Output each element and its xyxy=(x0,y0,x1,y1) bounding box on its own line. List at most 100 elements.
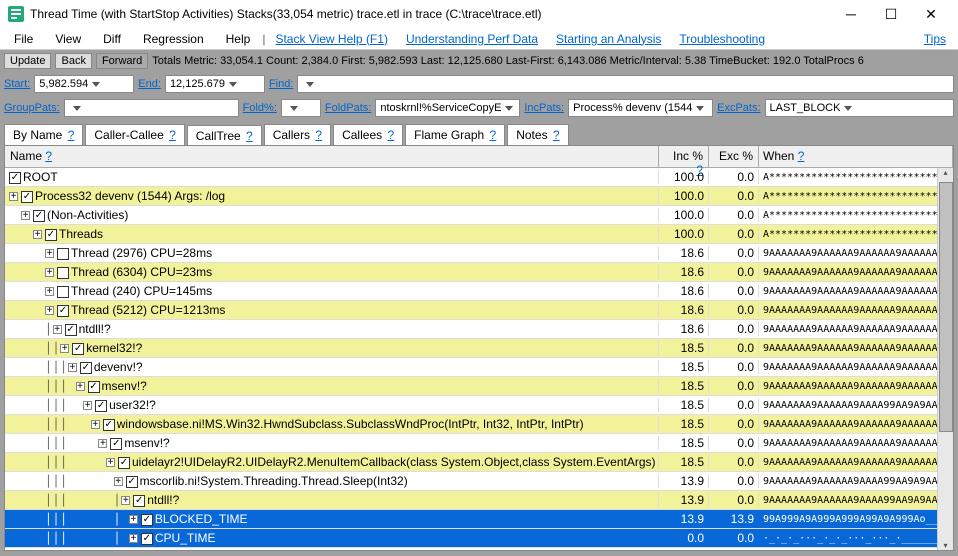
tree-row[interactable]: +Process32 devenv (1544) Args: /log100.0… xyxy=(5,187,953,206)
maximize-button[interactable]: ☐ xyxy=(872,3,910,25)
tree-row[interactable]: ROOT100.00.0A***************************… xyxy=(5,168,953,187)
checkbox-icon[interactable] xyxy=(103,419,115,431)
tab-callers[interactable]: Callers ? xyxy=(264,124,331,145)
checkbox-icon[interactable] xyxy=(33,210,45,222)
expand-icon[interactable]: + xyxy=(91,420,100,429)
expand-icon[interactable]: + xyxy=(129,515,138,524)
checkbox-icon[interactable] xyxy=(126,476,138,488)
tree-row[interactable]: │││ +msenv!?18.50.09AAAAAAA9AAAAAA9AAAAA… xyxy=(5,377,953,396)
scroll-thumb[interactable] xyxy=(939,182,953,432)
expand-icon[interactable]: + xyxy=(21,211,30,220)
foldpct-combo[interactable] xyxy=(281,99,321,117)
vertical-scrollbar[interactable] xyxy=(937,168,953,550)
expand-icon[interactable]: + xyxy=(45,306,54,315)
checkbox-icon[interactable] xyxy=(57,305,69,317)
link-troubleshooting[interactable]: Troubleshooting xyxy=(671,30,773,48)
tree-row[interactable]: │││+devenv!?18.50.09AAAAAAA9AAAAAA9AAAAA… xyxy=(5,358,953,377)
start-label[interactable]: Start: xyxy=(4,78,30,90)
expand-icon[interactable]: + xyxy=(53,325,62,334)
close-button[interactable]: ✕ xyxy=(912,3,950,25)
checkbox-icon[interactable] xyxy=(65,324,77,336)
forward-button[interactable]: Forward xyxy=(96,53,148,69)
end-label[interactable]: End: xyxy=(138,78,161,90)
checkbox-icon[interactable] xyxy=(80,362,92,374)
col-exc-pct[interactable]: Exc % xyxy=(709,146,759,167)
checkbox-icon[interactable] xyxy=(133,495,145,507)
link-stackview-help[interactable]: Stack View Help (F1) xyxy=(267,30,395,48)
expand-icon[interactable]: + xyxy=(9,192,18,201)
expand-icon[interactable]: + xyxy=(45,249,54,258)
link-starting-analysis[interactable]: Starting an Analysis xyxy=(548,30,669,48)
expand-icon[interactable]: + xyxy=(68,363,77,372)
start-combo[interactable]: 5,982.594 xyxy=(34,75,134,93)
checkbox-icon[interactable] xyxy=(110,438,122,450)
expand-icon[interactable]: + xyxy=(98,439,107,448)
end-combo[interactable]: 12,125.679 xyxy=(165,75,265,93)
expand-icon[interactable]: + xyxy=(106,458,115,467)
tab-notes[interactable]: Notes ? xyxy=(507,124,568,145)
foldpats-combo[interactable]: ntoskrnl!%ServiceCopyE xyxy=(375,99,520,117)
tree-row[interactable]: │││ │+ntdll!?13.90.09AAAAAAA9AAAAAA9AAAA… xyxy=(5,491,953,510)
menu-diff[interactable]: Diff xyxy=(93,30,131,48)
excpats-label[interactable]: ExcPats: xyxy=(717,102,760,114)
foldpct-label[interactable]: Fold%: xyxy=(243,102,277,114)
checkbox-icon[interactable] xyxy=(9,172,21,184)
tab-by-name[interactable]: By Name ? xyxy=(4,124,83,145)
tree-row[interactable]: │+ntdll!?18.60.09AAAAAAA9AAAAAA9AAAAAA9A… xyxy=(5,320,953,339)
menu-help[interactable]: Help xyxy=(216,30,261,48)
link-understanding-perf[interactable]: Understanding Perf Data xyxy=(398,30,546,48)
tree-row[interactable]: │││ +windowsbase.ni!MS.Win32.HwndSubclas… xyxy=(5,415,953,434)
grouppats-combo[interactable] xyxy=(64,99,239,117)
foldpats-label[interactable]: FoldPats: xyxy=(325,102,371,114)
tree-row[interactable]: │││ +msenv!?18.50.09AAAAAAA9AAAAAA9AAAAA… xyxy=(5,434,953,453)
excpats-combo[interactable]: LAST_BLOCK xyxy=(765,99,954,117)
checkbox-icon[interactable] xyxy=(118,457,130,469)
checkbox-icon[interactable] xyxy=(45,229,57,241)
expand-icon[interactable]: + xyxy=(45,268,54,277)
tree-row[interactable]: +(Non-Activities)100.00.0A**************… xyxy=(5,206,953,225)
minimize-button[interactable]: ─ xyxy=(832,3,870,25)
checkbox-icon[interactable] xyxy=(21,191,33,203)
tree-row[interactable]: │││ │ +CPU_TIME0.00.0·_·_·_···_·_·_···_·… xyxy=(5,529,953,548)
tree-row[interactable]: │││ │ +BLOCKED_TIME13.913.999A999A9A999A… xyxy=(5,510,953,529)
tree-row[interactable]: │││ +uidelayr2!UIDelayR2.UIDelayR2.MenuI… xyxy=(5,453,953,472)
tree-row[interactable]: +Thread (240) CPU=145ms18.60.09AAAAAAA9A… xyxy=(5,282,953,301)
tab-callees[interactable]: Callees ? xyxy=(333,124,403,145)
col-when[interactable]: When ? xyxy=(759,146,953,167)
expand-icon[interactable]: + xyxy=(60,344,69,353)
menu-view[interactable]: View xyxy=(45,30,91,48)
find-combo[interactable] xyxy=(297,75,954,93)
tree-row[interactable]: ││+kernel32!?18.50.09AAAAAAA9AAAAAA9AAAA… xyxy=(5,339,953,358)
checkbox-icon[interactable] xyxy=(141,514,153,526)
tab-calltree[interactable]: CallTree ? xyxy=(187,125,262,146)
incpats-combo[interactable]: Process% devenv (1544 xyxy=(568,99,713,117)
tree-row[interactable]: +Threads100.00.0A***********************… xyxy=(5,225,953,244)
expand-icon[interactable]: + xyxy=(129,534,138,543)
col-inc-pct[interactable]: Inc % ? xyxy=(659,146,709,167)
checkbox-icon[interactable] xyxy=(72,343,84,355)
tree-row[interactable]: +Thread (5212) CPU=1213ms18.60.09AAAAAAA… xyxy=(5,301,953,320)
expand-icon[interactable]: + xyxy=(76,382,85,391)
incpats-label[interactable]: IncPats: xyxy=(524,102,564,114)
grouppats-label[interactable]: GroupPats: xyxy=(4,102,60,114)
checkbox-icon[interactable] xyxy=(141,533,153,545)
menu-file[interactable]: File xyxy=(4,30,43,48)
tree-row[interactable]: +Thread (6304) CPU=23ms18.60.09AAAAAAA9A… xyxy=(5,263,953,282)
checkbox-icon[interactable] xyxy=(57,267,69,279)
tab-caller-callee[interactable]: Caller-Callee ? xyxy=(85,124,184,145)
col-name[interactable]: Name ? xyxy=(5,146,659,167)
expand-icon[interactable]: + xyxy=(33,230,42,239)
expand-icon[interactable]: + xyxy=(114,477,123,486)
expand-icon[interactable]: + xyxy=(121,496,130,505)
menu-regression[interactable]: Regression xyxy=(133,30,214,48)
tab-flame-graph[interactable]: Flame Graph ? xyxy=(405,124,505,145)
checkbox-icon[interactable] xyxy=(95,400,107,412)
tree-row[interactable]: +Thread (2976) CPU=28ms18.60.09AAAAAAA9A… xyxy=(5,244,953,263)
tree-row[interactable]: │││ +user32!?18.50.09AAAAAAA9AAAAAA9AAAA… xyxy=(5,396,953,415)
checkbox-icon[interactable] xyxy=(57,286,69,298)
update-button[interactable]: Update xyxy=(4,53,51,69)
expand-icon[interactable]: + xyxy=(45,287,54,296)
find-label[interactable]: Find: xyxy=(269,78,293,90)
tree-row[interactable]: │││ +mscorlib.ni!System.Threading.Thread… xyxy=(5,472,953,491)
checkbox-icon[interactable] xyxy=(57,248,69,260)
